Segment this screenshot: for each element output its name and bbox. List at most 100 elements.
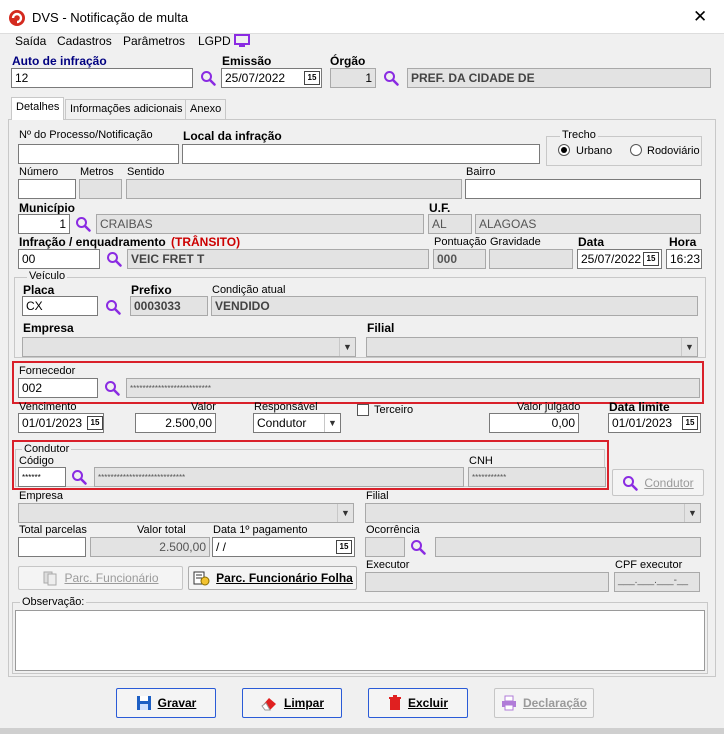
veiculo-label: Veículo — [27, 270, 68, 282]
condutor-search-btn-icon — [622, 475, 638, 491]
condutor-button[interactable]: Condutor — [612, 469, 704, 496]
close-icon[interactable]: ✕ — [693, 7, 707, 27]
cnh-input: *********** — [468, 467, 606, 487]
valor-label: Valor — [191, 401, 216, 413]
municipio-name-input: CRAIBAS — [96, 214, 424, 234]
empresa2-select[interactable]: ▼ — [18, 503, 354, 523]
municipio-search-icon[interactable] — [75, 216, 91, 232]
gravar-label: Gravar — [157, 696, 197, 710]
observacao-textarea[interactable] — [15, 610, 705, 671]
total-parcelas-input[interactable] — [18, 537, 86, 557]
processo-label: Nº do Processo/Notificação — [19, 129, 153, 141]
tab-anexo[interactable]: Anexo — [185, 99, 227, 120]
responsavel-select[interactable]: Condutor ▼ — [253, 413, 341, 433]
terceiro-checkbox[interactable] — [357, 404, 369, 416]
filial2-label: Filial — [366, 490, 389, 502]
orgao-label: Órgão — [330, 54, 366, 68]
data-pagamento-calendar-icon[interactable]: 15 — [336, 540, 352, 554]
infracao-search-icon[interactable] — [106, 251, 122, 267]
data-limite-calendar-icon[interactable]: 15 — [682, 416, 698, 430]
filial2-select[interactable]: ▼ — [365, 503, 701, 523]
limpar-button[interactable]: Limpar — [242, 688, 342, 718]
valor-julgado-label: Valor julgado — [517, 401, 581, 413]
emissao-calendar-icon[interactable]: 15 — [304, 71, 320, 85]
numero-label: Número — [19, 166, 59, 178]
monitor-icon[interactable] — [234, 34, 250, 48]
excluir-button[interactable]: Excluir — [368, 688, 468, 718]
vencimento-label: Vencimento — [19, 401, 77, 413]
processo-input[interactable] — [18, 144, 179, 164]
orgao-code-input[interactable]: 1 — [330, 68, 376, 88]
tab-detalhes[interactable]: Detalhes — [11, 97, 65, 120]
empresa-select[interactable]: ▼ — [22, 337, 356, 357]
eraser-icon — [261, 698, 276, 711]
window-title: DVS - Notificação de multa — [32, 10, 189, 25]
valor-total-input: 2.500,00 — [90, 537, 210, 557]
valor-julgado-input[interactable]: 0,00 — [489, 413, 579, 433]
pontuacao-input: 000 — [433, 249, 486, 269]
metros-input[interactable] — [79, 179, 122, 199]
menu-parametros[interactable]: Parâmetros — [123, 34, 185, 48]
declaracao-button[interactable]: Declaração — [494, 688, 594, 718]
sentido-input[interactable] — [126, 179, 462, 199]
vencimento-calendar-icon[interactable]: 15 — [87, 416, 103, 430]
local-input[interactable] — [182, 144, 540, 164]
orgao-name-input: PREF. DA CIDADE DE — [407, 68, 711, 88]
hora-input[interactable]: 16:23 — [666, 249, 702, 269]
prefixo-label: Prefixo — [131, 283, 172, 297]
menu-cadastros[interactable]: Cadastros — [57, 34, 112, 48]
condutor-search-icon[interactable] — [71, 469, 87, 485]
responsavel-label: Responsável — [254, 401, 318, 413]
municipio-code-input[interactable]: 1 — [18, 214, 70, 234]
ocorrencia-search-icon[interactable] — [410, 539, 426, 555]
documents-icon — [43, 571, 57, 586]
condutor-codigo-input[interactable]: ****** — [18, 467, 66, 487]
filial-label: Filial — [367, 321, 395, 335]
parc-funcionario-label: Parc. Funcionário — [64, 571, 159, 585]
menu-saida[interactable]: Saída — [15, 34, 46, 48]
ocorrencia-code-input[interactable] — [365, 537, 405, 557]
menu-lgpd[interactable]: LGPD — [198, 34, 231, 48]
filial-select[interactable]: ▼ — [366, 337, 698, 357]
condutor-button-label: Condutor — [644, 475, 694, 490]
valor-total-label: Valor total — [137, 524, 186, 536]
data-calendar-icon[interactable]: 15 — [643, 252, 659, 266]
auto-input[interactable]: 12 — [11, 68, 193, 88]
orgao-search-icon[interactable] — [383, 70, 399, 86]
fornecedor-code-input[interactable]: 002 — [18, 378, 98, 398]
placa-input[interactable]: CX — [22, 296, 98, 316]
local-label: Local da infração — [183, 129, 282, 143]
municipio-label: Município — [19, 201, 75, 215]
app-logo-icon — [9, 10, 25, 26]
data-pagamento-input[interactable]: / / — [212, 537, 355, 557]
condutor-group-label: Condutor — [22, 443, 72, 455]
parc-folha-label: Parc. Funcionário Folha — [216, 571, 353, 585]
infracao-tag: (TRÂNSITO) — [171, 235, 241, 249]
condutor-nome-input: **************************** — [94, 467, 464, 487]
numero-input[interactable] — [18, 179, 76, 199]
placa-label: Placa — [23, 283, 55, 297]
tab-informacoes-adicionais[interactable]: Informações adicionais — [65, 99, 188, 120]
trecho-label: Trecho — [560, 129, 598, 141]
bairro-input[interactable] — [465, 179, 701, 199]
valor-input[interactable]: 2.500,00 — [135, 413, 216, 433]
auto-search-icon[interactable] — [200, 70, 216, 86]
infracao-code-input[interactable]: 00 — [18, 249, 100, 269]
rodoviario-label: Rodoviário — [647, 145, 700, 157]
executor-label: Executor — [366, 559, 410, 571]
parc-funcionario-button[interactable]: Parc. Funcionário — [18, 566, 183, 590]
gravar-button[interactable]: Gravar — [116, 688, 216, 718]
condicao-label: Condição atual — [212, 284, 286, 296]
data-pagamento-label: Data 1º pagamento — [213, 524, 308, 536]
data-limite-label: Data limite — [609, 400, 670, 414]
placa-search-icon[interactable] — [105, 299, 121, 315]
parc-folha-button[interactable]: Parc. Funcionário Folha — [188, 566, 357, 590]
rodoviario-radio[interactable] — [630, 144, 642, 156]
bairro-label: Bairro — [466, 166, 496, 178]
fornecedor-search-icon[interactable] — [104, 380, 120, 396]
uf-code-input: AL — [428, 214, 472, 234]
prefixo-input: 0003033 — [130, 296, 208, 316]
urbano-radio[interactable] — [558, 144, 570, 156]
cpf-executor-input: ___.___.___-__ — [614, 572, 700, 592]
sentido-label: Sentido — [127, 166, 165, 178]
